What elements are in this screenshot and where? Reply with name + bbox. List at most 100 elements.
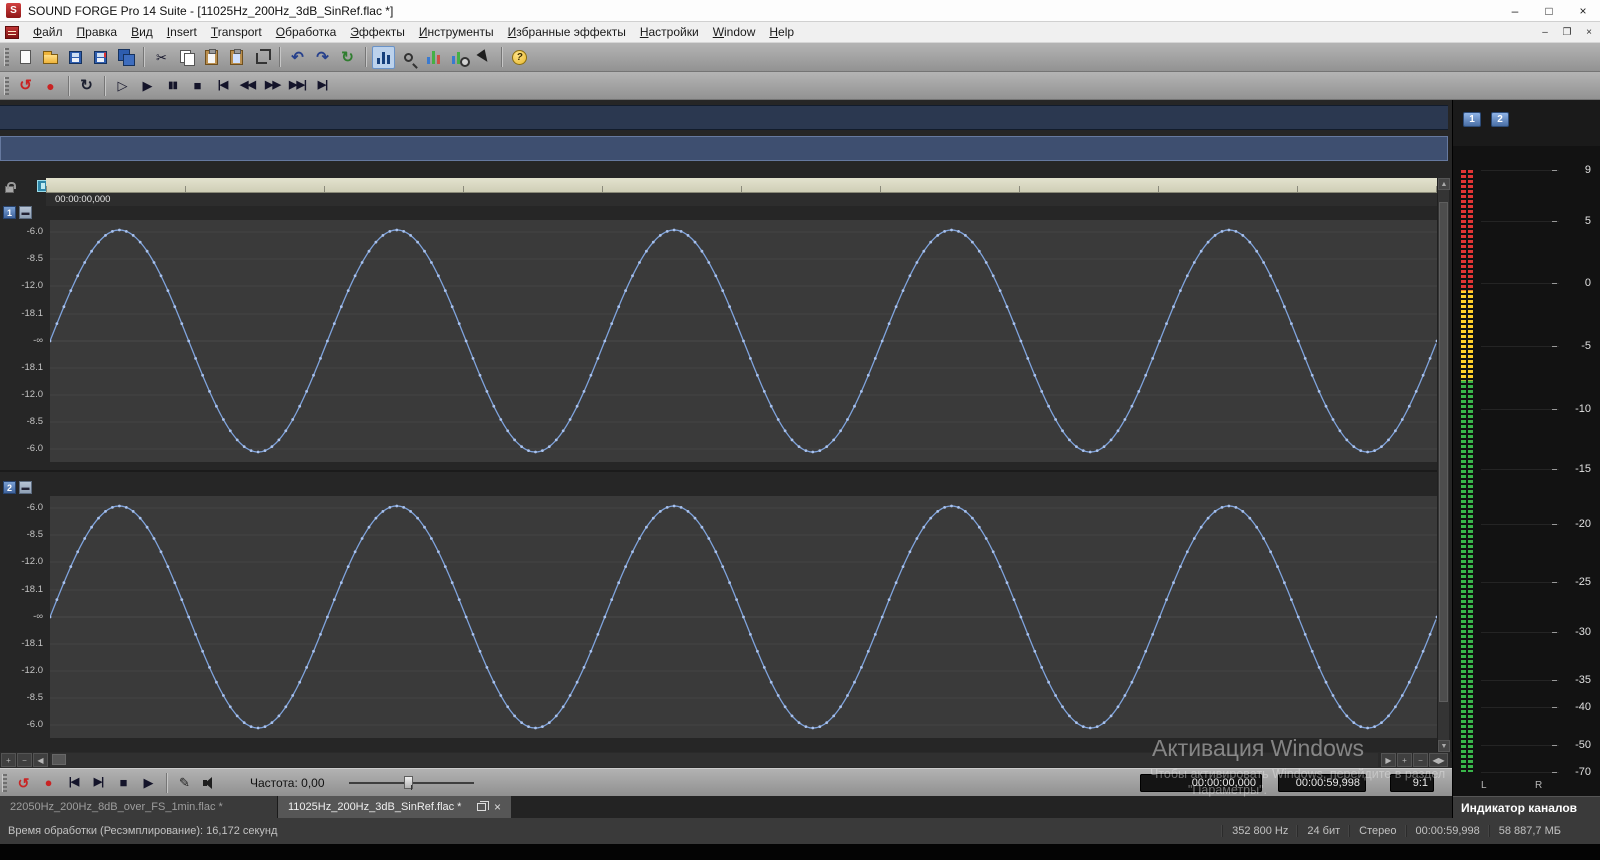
vertical-scrollbar[interactable]: ▲ ▼ (1437, 178, 1449, 752)
horizontal-scroll-thumb[interactable] (52, 754, 66, 765)
playbar-grip[interactable] (2, 774, 7, 792)
scroll-right-button[interactable]: ▶ (1381, 753, 1396, 767)
tab-restore-icon[interactable] (477, 803, 486, 811)
edit-tool-button[interactable] (372, 46, 395, 69)
pointer-tool-button[interactable] (472, 46, 495, 69)
minimize-button[interactable]: – (1498, 0, 1532, 21)
scroll-left-button[interactable]: ◀ (33, 753, 48, 767)
time-ruler[interactable] (46, 178, 1437, 193)
overview-bar[interactable] (0, 105, 1448, 130)
playbar-stop-button[interactable]: ■ (112, 771, 135, 794)
copy-button[interactable] (175, 46, 198, 69)
zoom-ratio-display[interactable]: 9:1 (1390, 774, 1434, 792)
doc-close-button[interactable]: × (1578, 23, 1600, 41)
scroll-down-button[interactable]: ▼ (1438, 740, 1450, 752)
scroll-up-button[interactable]: ▲ (1438, 178, 1450, 190)
zoom-tool-button[interactable] (397, 46, 420, 69)
redo-button[interactable]: ↷ (311, 46, 334, 69)
menu-item-file[interactable]: Файл (26, 23, 70, 41)
overview-selection-bar[interactable] (0, 136, 1448, 161)
doc-minimize-button[interactable]: – (1534, 23, 1556, 41)
channel-1-collapse-button[interactable]: ▬ (19, 206, 32, 219)
zoom-in-time-button[interactable]: + (1, 753, 16, 767)
status-bit-depth[interactable]: 24 бит (1297, 825, 1349, 837)
menu-item-process[interactable]: Обработка (269, 23, 344, 41)
channel-1-badge[interactable]: 1 (3, 206, 16, 219)
playbar-go-end-button[interactable]: ▶| (87, 771, 110, 794)
menu-item-tools[interactable]: Инструменты (412, 23, 501, 41)
status-length[interactable]: 00:00:59,998 (1406, 825, 1489, 837)
menu-item-window[interactable]: Window (706, 23, 763, 41)
status-channel-mode[interactable]: Стерео (1349, 825, 1405, 837)
zoom-out-time-button[interactable]: − (17, 753, 32, 767)
end-time-display[interactable]: 00:00:59,998 (1278, 774, 1366, 792)
zoom-fit-button[interactable]: ◀▶ (1429, 753, 1448, 767)
horizontal-scrollbar[interactable] (50, 753, 1378, 767)
waveform-channel-1[interactable] (50, 220, 1437, 462)
audition-button[interactable] (198, 771, 221, 794)
menu-item-edit[interactable]: Правка (70, 23, 125, 41)
position-time-display[interactable]: 00:00:00,000 (1140, 774, 1262, 792)
trim-button[interactable] (250, 46, 273, 69)
playbar-record-button[interactable]: ● (37, 771, 60, 794)
playbar-loop-record-button[interactable]: ↺ (12, 771, 35, 794)
menu-item-help[interactable]: Help (762, 23, 801, 41)
toolbar-grip[interactable] (4, 77, 9, 95)
maximize-button[interactable]: □ (1532, 0, 1566, 21)
doc-restore-button[interactable]: ❐ (1556, 23, 1578, 41)
spectrum-analysis-button[interactable] (447, 46, 470, 69)
channel-2-badge[interactable]: 2 (3, 481, 16, 494)
document-icon[interactable] (5, 26, 19, 39)
play-button[interactable]: ▶ (136, 74, 159, 97)
tab-22050hz-file[interactable]: 22050Hz_200Hz_8dB_over_FS_1min.flac * (0, 796, 278, 818)
frequency-slider-thumb[interactable] (404, 776, 413, 789)
pause-button[interactable]: ▮▮ (161, 74, 184, 97)
record-button[interactable]: ● (39, 74, 62, 97)
forward-button[interactable]: ▶▶ (261, 74, 284, 97)
meter-body[interactable]: L R 950-5-10-15-20-25-30-35-40-50-70 (1453, 146, 1600, 796)
play-all-button[interactable]: ▷ (111, 74, 134, 97)
stop-button[interactable]: ■ (186, 74, 209, 97)
tab-11025hz-file[interactable]: 11025Hz_200Hz_3dB_SinRef.flac * × (278, 796, 511, 818)
paste-button[interactable] (200, 46, 223, 69)
pencil-edit-button[interactable]: ✎ (173, 771, 196, 794)
meter-channel-2-button[interactable]: 2 (1491, 112, 1509, 127)
playbar-go-start-button[interactable]: |◀ (62, 771, 85, 794)
loop-playback-button[interactable]: ↻ (75, 74, 98, 97)
save-as-button[interactable] (89, 46, 112, 69)
rewind-button[interactable]: ◀◀ (236, 74, 259, 97)
go-to-end-button[interactable]: ▶| (311, 74, 334, 97)
meter-channel-1-button[interactable]: 1 (1463, 112, 1481, 127)
status-sample-rate[interactable]: 352 800 Hz (1222, 825, 1297, 837)
zoom-in-button[interactable]: + (1397, 753, 1412, 767)
close-button[interactable]: × (1566, 0, 1600, 21)
open-file-button[interactable] (39, 46, 62, 69)
zoom-out-button[interactable]: − (1413, 753, 1428, 767)
undo-button[interactable]: ↶ (286, 46, 309, 69)
next-marker-button[interactable]: ▶▶| (286, 74, 309, 97)
go-to-start-button[interactable]: |◀ (211, 74, 234, 97)
save-button[interactable] (64, 46, 87, 69)
new-file-button[interactable] (14, 46, 37, 69)
channel-2-collapse-button[interactable]: ▬ (19, 481, 32, 494)
menu-item-transport[interactable]: Transport (204, 23, 269, 41)
statistics-button[interactable] (422, 46, 445, 69)
tab-close-icon[interactable]: × (494, 800, 501, 814)
save-all-button[interactable] (114, 46, 137, 69)
repeat-button[interactable]: ↻ (336, 46, 359, 69)
frequency-slider[interactable] (349, 775, 474, 791)
toolbar-grip[interactable] (4, 48, 9, 66)
vertical-scroll-thumb[interactable] (1439, 202, 1448, 702)
waveform-channel-2[interactable] (50, 496, 1437, 738)
cut-button[interactable]: ✂ (150, 46, 173, 69)
menu-item-options[interactable]: Настройки (633, 23, 706, 41)
loop-record-button[interactable]: ↺ (14, 74, 37, 97)
help-button[interactable]: ? (508, 46, 531, 69)
paste-special-button[interactable] (225, 46, 248, 69)
lock-icon[interactable] (5, 186, 14, 193)
menu-item-effects[interactable]: Эффекты (343, 23, 412, 41)
playbar-play-button[interactable]: ▶ (137, 771, 160, 794)
menu-item-view[interactable]: Вид (124, 23, 160, 41)
menu-item-insert[interactable]: Insert (160, 23, 204, 41)
menu-item-favorite-effects[interactable]: Избранные эффекты (501, 23, 633, 41)
